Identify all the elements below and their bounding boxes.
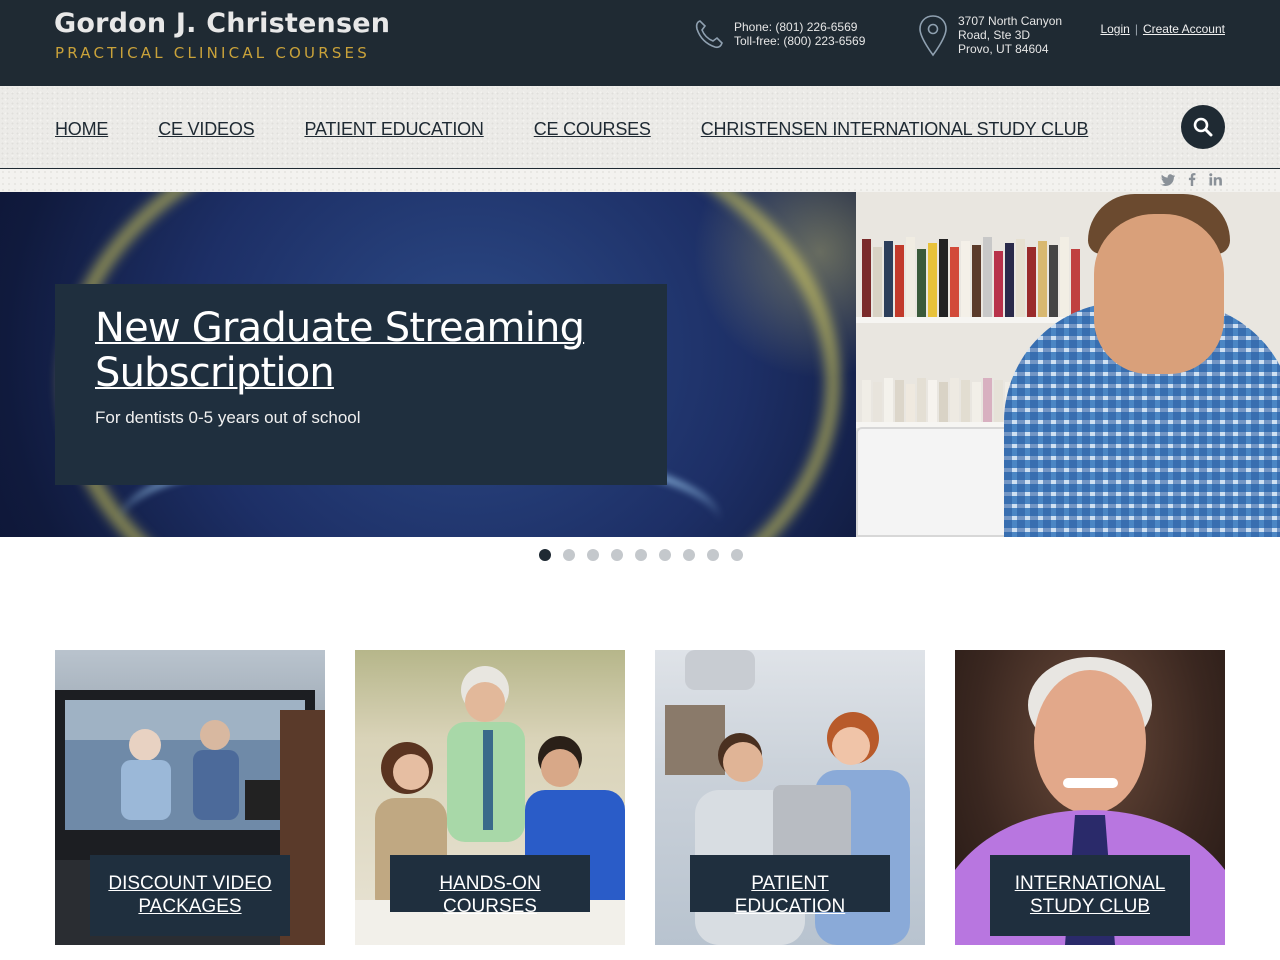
site-header: Gordon J. Christensen PRACTICAL CLINICAL…	[0, 0, 1280, 86]
slider-dot-3[interactable]	[587, 549, 599, 561]
slider-dot-6[interactable]	[659, 549, 671, 561]
hero-caption-box: New Graduate Streaming Subscription For …	[55, 284, 667, 485]
slider-dot-8[interactable]	[707, 549, 719, 561]
nav-menu: HOME CE VIDEOS PATIENT EDUCATION CE COUR…	[55, 119, 1138, 140]
slider-dot-1[interactable]	[539, 549, 551, 561]
tollfree-number: Toll-free: (800) 223-6569	[734, 34, 866, 48]
social-strip	[0, 169, 1280, 192]
twitter-icon[interactable]	[1161, 173, 1175, 186]
nav-item-study-club[interactable]: CHRISTENSEN INTERNATIONAL STUDY CLUB	[701, 119, 1089, 140]
main-navigation: HOME CE VIDEOS PATIENT EDUCATION CE COUR…	[0, 86, 1280, 169]
address-line-2: Road, Ste 3D	[958, 28, 1031, 42]
tile-label[interactable]: PATIENT EDUCATION	[690, 855, 890, 917]
address-line-3: Provo, UT 84604	[958, 42, 1049, 56]
person-face	[1094, 214, 1224, 374]
phone-number: Phone: (801) 226-6569	[734, 20, 858, 34]
login-link[interactable]: Login	[1100, 22, 1129, 36]
tile-hands-on-courses[interactable]: HANDS-ON COURSES	[355, 650, 625, 945]
contact-address: 3707 North Canyon Road, Ste 3D Provo, UT…	[918, 14, 1062, 61]
slider-dot-7[interactable]	[683, 549, 695, 561]
tile-patient-education[interactable]: PATIENT EDUCATION	[655, 650, 925, 945]
hero-photo	[856, 192, 1280, 537]
search-icon	[1193, 117, 1213, 137]
contact-phone: Phone: (801) 226-6569 Toll-free: (800) 2…	[694, 18, 865, 53]
phone-icon	[694, 18, 724, 53]
bookshelf-row-1	[862, 237, 1080, 317]
slider-dot-5[interactable]	[635, 549, 647, 561]
logo-subtitle: PRACTICAL CLINICAL COURSES	[55, 44, 370, 62]
tile-international-study-club[interactable]: INTERNATIONAL STUDY CLUB	[955, 650, 1225, 945]
linkedin-icon[interactable]	[1209, 173, 1222, 186]
nav-item-ce-videos[interactable]: CE VIDEOS	[158, 119, 254, 140]
nav-item-ce-courses[interactable]: CE COURSES	[534, 119, 651, 140]
facebook-icon[interactable]	[1188, 173, 1196, 186]
search-button[interactable]	[1181, 105, 1225, 149]
address-line-1: 3707 North Canyon	[958, 14, 1063, 28]
auth-separator: |	[1134, 22, 1138, 36]
hero-title-link[interactable]: New Graduate Streaming Subscription	[95, 306, 635, 396]
tile-label[interactable]: HANDS-ON COURSES	[390, 855, 590, 917]
logo-title[interactable]: Gordon J. Christensen	[54, 8, 390, 39]
tile-discount-video-packages[interactable]: DISCOUNT VIDEO PACKAGES	[55, 650, 325, 945]
slider-pagination	[539, 549, 743, 561]
auth-links: Login | Create Account	[1100, 22, 1225, 36]
nav-item-home[interactable]: HOME	[55, 119, 108, 140]
tile-label[interactable]: DISCOUNT VIDEO PACKAGES	[90, 855, 290, 936]
tile-label[interactable]: INTERNATIONAL STUDY CLUB	[990, 855, 1190, 936]
hero-subtitle: For dentists 0-5 years out of school	[95, 408, 361, 427]
slider-dot-2[interactable]	[563, 549, 575, 561]
hero-slider[interactable]: New Graduate Streaming Subscription For …	[0, 192, 1280, 537]
slider-dot-9[interactable]	[731, 549, 743, 561]
map-pin-icon	[918, 14, 948, 61]
social-links	[1161, 173, 1222, 186]
slider-dot-4[interactable]	[611, 549, 623, 561]
nav-item-patient-education[interactable]: PATIENT EDUCATION	[304, 119, 483, 140]
create-account-link[interactable]: Create Account	[1143, 22, 1225, 36]
